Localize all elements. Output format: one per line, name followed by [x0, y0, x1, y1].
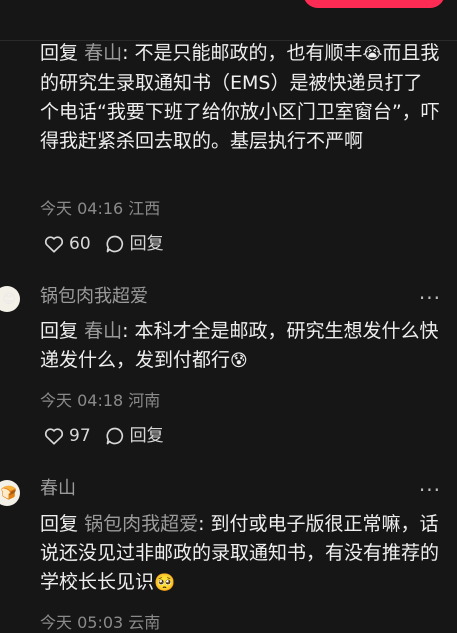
like-button[interactable]: 97	[44, 426, 91, 446]
reply-label: 回复	[129, 426, 164, 446]
avatar-icon: 😊	[2, 291, 16, 307]
avatar[interactable]: 🍞	[0, 480, 20, 506]
speech-bubble-icon	[106, 427, 123, 445]
reply-to-user[interactable]: 春山	[84, 42, 122, 64]
avatar-icon: 🍞	[0, 485, 18, 501]
reply-prefix: 回复	[40, 513, 79, 535]
reply-button[interactable]: 回复	[105, 426, 164, 446]
reply-to-user[interactable]: 春山	[84, 320, 122, 342]
pleading-emoji-icon: 🥺	[154, 573, 176, 593]
comment-body: 回复 春山: 本科才全是邮政，研究生想发什么快递发什么，发到付都行😰	[40, 317, 440, 376]
more-options-icon[interactable]: ···	[419, 480, 441, 500]
crying-emoji-icon: 😭	[362, 44, 383, 64]
comment-text: : 不是只能邮政的，也有顺丰	[122, 42, 363, 64]
timestamp: 今天 04:16	[40, 199, 124, 218]
comment-body: 回复 锅包肉我超爱: 到付或电子版很正常嘛，话说还没见过非邮政的录取通知书，有没…	[40, 510, 440, 598]
comment-meta: 今天 05:03 云南	[40, 613, 160, 633]
avatar[interactable]: 😊	[0, 286, 20, 312]
like-count: 60	[69, 234, 91, 254]
like-count: 97	[69, 426, 91, 446]
top-action-button[interactable]	[303, 0, 445, 8]
speech-bubble-icon	[106, 235, 123, 253]
like-button[interactable]: 60	[44, 234, 91, 254]
heart-icon	[44, 236, 64, 253]
location: 河南	[128, 391, 161, 410]
reply-prefix: 回复	[40, 42, 79, 64]
comment-meta: 今天 04:18 河南	[40, 391, 160, 411]
heart-icon	[44, 428, 64, 445]
comment-body: 回复 春山: 不是只能邮政的，也有顺丰😭而且我的研究生录取通知书（EMS）是被快…	[40, 39, 440, 156]
comment-actions: 97 回复	[44, 426, 178, 446]
location: 江西	[128, 199, 161, 218]
reply-prefix: 回复	[40, 320, 79, 342]
more-options-icon[interactable]: ···	[419, 288, 441, 308]
timestamp: 今天 05:03 云南	[40, 613, 161, 632]
comment-actions: 60 回复	[44, 234, 178, 254]
comment-author[interactable]: 锅包肉我超爱	[40, 286, 148, 308]
comment-author[interactable]: 春山	[40, 478, 76, 500]
reply-button[interactable]: 回复	[105, 234, 164, 254]
sweat-emoji-icon: 😰	[230, 351, 248, 371]
timestamp: 今天 04:18	[40, 391, 124, 410]
comment-meta: 今天 04:16 江西	[40, 199, 160, 219]
reply-to-user[interactable]: 锅包肉我超爱	[84, 513, 198, 535]
reply-label: 回复	[129, 234, 164, 254]
